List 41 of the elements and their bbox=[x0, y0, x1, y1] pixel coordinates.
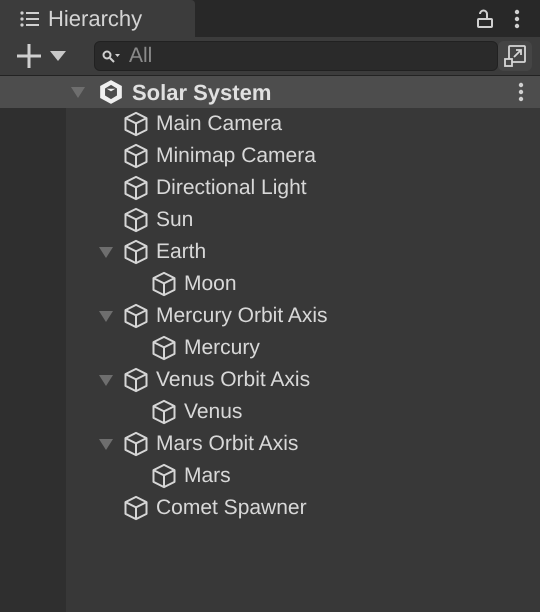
dropdown-caret-icon bbox=[50, 51, 66, 61]
tree-item[interactable]: Moon bbox=[184, 268, 237, 300]
cube-icon bbox=[150, 398, 178, 426]
cube-icon bbox=[122, 110, 150, 138]
list-icon bbox=[20, 10, 40, 26]
tree-item[interactable]: Mars bbox=[184, 460, 231, 492]
scene-icon bbox=[98, 79, 124, 105]
cube-icon bbox=[122, 206, 150, 234]
tree-item[interactable]: Mercury bbox=[184, 332, 260, 364]
tree-item[interactable]: Venus bbox=[184, 396, 242, 428]
cube-icon bbox=[150, 462, 178, 490]
cube-icon bbox=[122, 430, 150, 458]
cube-icon bbox=[122, 494, 150, 522]
add-button[interactable] bbox=[16, 43, 66, 69]
tree-item[interactable]: Earth bbox=[156, 236, 206, 268]
cube-icon bbox=[122, 302, 150, 330]
tree-item[interactable]: Minimap Camera bbox=[156, 140, 316, 172]
cube-icon bbox=[122, 366, 150, 394]
more-options-icon[interactable] bbox=[514, 8, 520, 28]
cube-icon bbox=[122, 238, 150, 266]
tree-item[interactable]: Main Camera bbox=[156, 108, 282, 140]
tree-item[interactable]: Comet Spawner bbox=[156, 492, 307, 524]
tree-item[interactable]: Venus Orbit Axis bbox=[156, 364, 310, 396]
expand-window-icon bbox=[503, 44, 527, 68]
cube-icon bbox=[150, 334, 178, 362]
lock-icon[interactable] bbox=[476, 8, 494, 28]
cube-icon bbox=[150, 270, 178, 298]
scene-header[interactable]: Solar System bbox=[0, 76, 540, 108]
more-options-icon[interactable] bbox=[518, 82, 524, 102]
plus-icon bbox=[16, 43, 42, 69]
tree-item[interactable]: Mercury Orbit Axis bbox=[156, 300, 328, 332]
cube-icon bbox=[122, 174, 150, 202]
search-field[interactable]: All bbox=[94, 41, 498, 71]
maximize-button[interactable] bbox=[498, 41, 532, 71]
hierarchy-tab[interactable]: Hierarchy bbox=[0, 0, 195, 37]
tree-item[interactable]: Sun bbox=[156, 204, 194, 236]
tree-item[interactable]: Mars Orbit Axis bbox=[156, 428, 298, 460]
search-icon bbox=[102, 49, 122, 63]
cube-icon bbox=[122, 142, 150, 170]
tree-item[interactable]: Directional Light bbox=[156, 172, 307, 204]
scene-name: Solar System bbox=[132, 78, 272, 107]
